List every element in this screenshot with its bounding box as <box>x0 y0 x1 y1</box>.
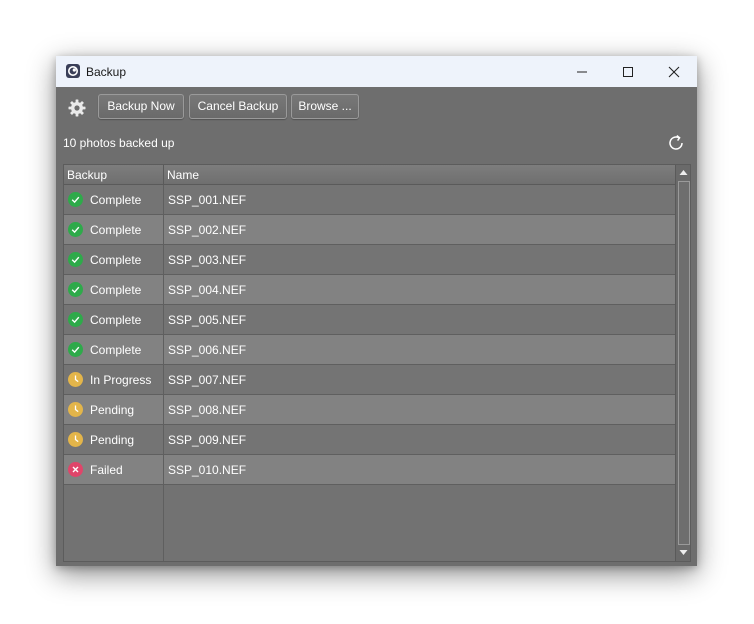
backup-status-label: In Progress <box>90 373 152 387</box>
cell-divider <box>163 395 164 425</box>
checkmark-icon <box>68 192 83 207</box>
cell-divider <box>163 425 164 455</box>
table-row[interactable]: Pending SSP_008.NEF <box>64 395 675 425</box>
clock-icon <box>68 372 83 387</box>
checkmark-icon <box>68 282 83 297</box>
cell-divider <box>163 215 164 245</box>
table-row[interactable]: Complete SSP_001.NEF <box>64 185 675 215</box>
scrollbar-track[interactable] <box>678 181 690 545</box>
backup-status-label: Complete <box>90 343 142 357</box>
vertical-scrollbar[interactable] <box>675 165 691 561</box>
backup-status-label: Failed <box>90 463 123 477</box>
file-name-label: SSP_008.NEF <box>168 403 247 417</box>
file-name-label: SSP_003.NEF <box>168 253 247 267</box>
cancel-backup-button[interactable]: Cancel Backup <box>189 94 287 119</box>
cell-divider <box>163 185 164 215</box>
maximize-icon <box>623 67 633 77</box>
file-name-label: SSP_009.NEF <box>168 433 247 447</box>
table-row[interactable]: Complete SSP_003.NEF <box>64 245 675 275</box>
checkmark-icon <box>68 252 83 267</box>
backup-table: Backup Name Complete SSP_001.NEF Complete S… <box>63 164 691 562</box>
column-header-name[interactable]: Name <box>167 168 199 182</box>
table-row[interactable]: Complete SSP_002.NEF <box>64 215 675 245</box>
minimize-button[interactable] <box>559 56 605 87</box>
browse-button[interactable]: Browse ... <box>291 94 359 119</box>
maximize-button[interactable] <box>605 56 651 87</box>
cell-divider <box>163 335 164 365</box>
file-name-label: SSP_010.NEF <box>168 463 247 477</box>
backup-window: Backup Backup Now Cancel Backup Browse .… <box>56 56 697 566</box>
file-name-label: SSP_004.NEF <box>168 283 247 297</box>
backup-status-label: Complete <box>90 283 142 297</box>
close-icon <box>668 66 680 78</box>
backup-status-label: Complete <box>90 313 142 327</box>
table-header: Backup Name <box>64 165 675 185</box>
checkmark-icon <box>68 222 83 237</box>
cell-divider <box>163 275 164 305</box>
checkmark-icon <box>68 312 83 327</box>
clock-icon <box>68 402 83 417</box>
column-header-backup[interactable]: Backup <box>67 168 107 182</box>
minimize-icon <box>577 71 587 73</box>
header-divider[interactable] <box>163 165 164 184</box>
scroll-down-arrow-icon[interactable] <box>676 545 691 560</box>
refresh-icon[interactable] <box>666 133 686 153</box>
backup-status-label: Complete <box>90 223 142 237</box>
table-row[interactable]: Pending SSP_009.NEF <box>64 425 675 455</box>
table-row[interactable]: Complete SSP_005.NEF <box>64 305 675 335</box>
app-icon <box>66 64 80 78</box>
file-name-label: SSP_005.NEF <box>168 313 247 327</box>
backup-status-label: Complete <box>90 193 142 207</box>
error-x-icon <box>68 462 83 477</box>
table-row[interactable]: Complete SSP_006.NEF <box>64 335 675 365</box>
table-row[interactable]: Complete SSP_004.NEF <box>64 275 675 305</box>
table-row[interactable]: In Progress SSP_007.NEF <box>64 365 675 395</box>
file-name-label: SSP_001.NEF <box>168 193 247 207</box>
table-row[interactable]: Failed SSP_010.NEF <box>64 455 675 485</box>
clock-icon <box>68 432 83 447</box>
cell-divider <box>163 455 164 485</box>
toolbar: Backup Now Cancel Backup Browse ... <box>56 87 697 132</box>
cell-divider <box>163 305 164 335</box>
window-title: Backup <box>86 65 127 79</box>
close-button[interactable] <box>651 56 697 87</box>
title-bar[interactable]: Backup <box>56 56 697 87</box>
backup-status-label: Complete <box>90 253 142 267</box>
cell-divider <box>163 245 164 275</box>
file-name-label: SSP_006.NEF <box>168 343 247 357</box>
cell-divider <box>163 365 164 395</box>
backup-now-button[interactable]: Backup Now <box>98 94 184 119</box>
file-name-label: SSP_002.NEF <box>168 223 247 237</box>
backup-status-label: Pending <box>90 433 135 447</box>
backup-summary: 10 photos backed up <box>63 136 175 150</box>
gear-icon[interactable] <box>67 98 87 118</box>
checkmark-icon <box>68 342 83 357</box>
scroll-up-arrow-icon[interactable] <box>676 165 691 180</box>
backup-status-label: Pending <box>90 403 135 417</box>
column-divider <box>163 485 164 561</box>
file-name-label: SSP_007.NEF <box>168 373 247 387</box>
